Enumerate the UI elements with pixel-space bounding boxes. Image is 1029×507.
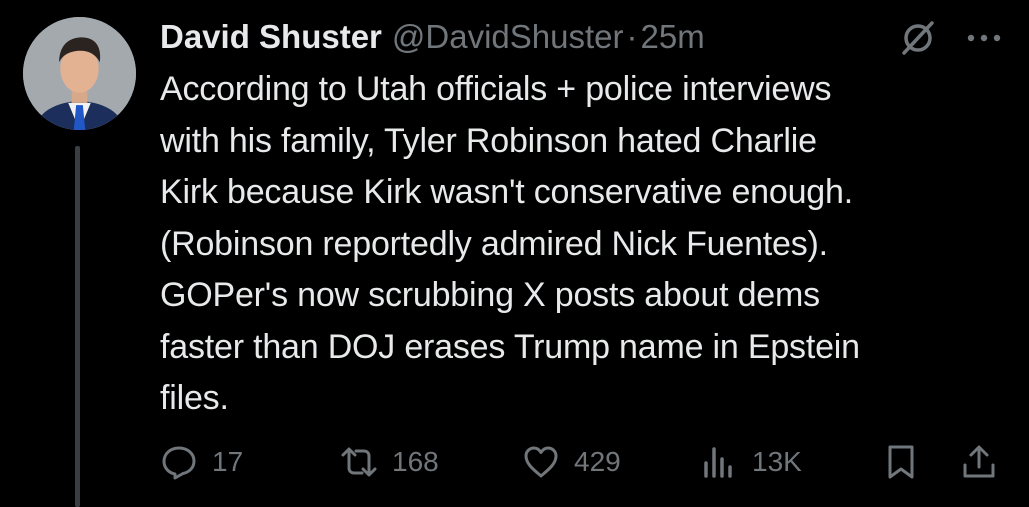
reply-icon xyxy=(162,446,196,480)
more-icon[interactable] xyxy=(962,20,1006,56)
repost-count: 168 xyxy=(392,446,439,477)
like-button[interactable]: 429 xyxy=(522,438,621,486)
tweet-header: David Shuster @DavidShuster · 25m xyxy=(160,13,705,61)
action-bar: 17 168 429 13K xyxy=(160,438,1010,486)
tweet[interactable]: David Shuster @DavidShuster · 25m Accord… xyxy=(0,0,1029,507)
views-icon xyxy=(704,447,732,478)
tweet-text: According to Utah officials + police int… xyxy=(160,70,860,417)
avatar[interactable] xyxy=(23,17,136,130)
grok-icon[interactable] xyxy=(900,20,936,56)
bookmark-icon xyxy=(888,445,914,479)
avatar-image xyxy=(23,17,136,130)
views-count: 13K xyxy=(752,446,802,477)
reply-button[interactable]: 17 xyxy=(160,438,243,486)
timestamp[interactable]: 25m xyxy=(641,13,705,61)
share-icon xyxy=(963,445,995,478)
repost-button[interactable]: 168 xyxy=(340,438,439,486)
user-handle[interactable]: @DavidShuster xyxy=(392,13,624,61)
display-name[interactable]: David Shuster xyxy=(160,13,382,61)
thread-line xyxy=(75,146,80,507)
like-icon xyxy=(524,446,558,478)
repost-icon xyxy=(341,447,377,477)
share-button[interactable] xyxy=(960,438,998,486)
bookmark-button[interactable] xyxy=(882,438,920,486)
separator-dot: · xyxy=(626,18,638,55)
reply-count: 17 xyxy=(212,446,244,477)
views-button[interactable]: 13K xyxy=(700,438,802,486)
like-count: 429 xyxy=(574,446,621,477)
